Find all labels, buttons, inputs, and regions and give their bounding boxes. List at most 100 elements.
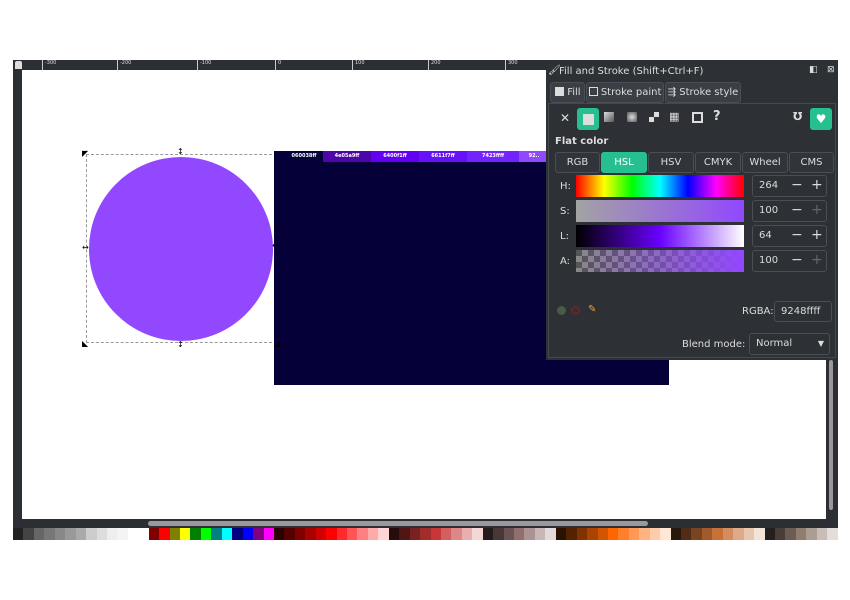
scale-handle[interactable]: ◣ bbox=[82, 340, 88, 348]
palette-swatch[interactable] bbox=[649, 528, 661, 540]
palette-swatch[interactable] bbox=[827, 528, 838, 540]
palette-swatch[interactable] bbox=[367, 528, 379, 540]
tab-stroke-style[interactable]: ⇶ Stroke style bbox=[665, 82, 741, 103]
palette-swatch[interactable] bbox=[336, 528, 347, 540]
palette-swatch[interactable] bbox=[555, 528, 567, 540]
swatch-icon[interactable] bbox=[692, 112, 703, 123]
hue-slider[interactable] bbox=[576, 175, 744, 197]
alpha-spinbox[interactable]: 100 − + bbox=[752, 250, 827, 272]
evenodd-fill-icon[interactable]: ℧ bbox=[793, 110, 802, 123]
palette-swatch[interactable] bbox=[534, 528, 546, 540]
purple-circle[interactable] bbox=[89, 157, 273, 341]
mode-cmyk[interactable]: CMYK bbox=[695, 152, 741, 173]
palette-swatch[interactable] bbox=[472, 528, 483, 540]
palette-swatch[interactable] bbox=[65, 528, 76, 540]
palette-swatch[interactable] bbox=[503, 528, 514, 540]
palette-swatch[interactable] bbox=[461, 528, 473, 540]
horizontal-scrollbar-thumb[interactable] bbox=[148, 521, 648, 526]
palette-swatch[interactable] bbox=[399, 528, 410, 540]
palette-swatch[interactable] bbox=[451, 528, 462, 540]
palette-swatch[interactable] bbox=[159, 528, 170, 540]
palette-swatch[interactable] bbox=[96, 528, 107, 540]
palette-swatch[interactable] bbox=[284, 528, 295, 540]
tab-fill[interactable]: Fill bbox=[550, 82, 585, 103]
palette-swatch[interactable] bbox=[440, 528, 452, 540]
linear-gradient-icon[interactable] bbox=[604, 112, 614, 122]
palette-swatch[interactable] bbox=[117, 528, 128, 540]
palette-swatch[interactable] bbox=[263, 528, 274, 540]
palette-swatch[interactable] bbox=[44, 528, 55, 540]
palette-swatch[interactable] bbox=[148, 528, 160, 540]
scale-handle[interactable]: ◤ bbox=[82, 150, 88, 158]
palette-swatch[interactable] bbox=[138, 528, 149, 540]
saturation-slider[interactable] bbox=[576, 200, 744, 222]
radial-gradient-icon[interactable] bbox=[627, 112, 637, 122]
palette-swatch[interactable] bbox=[347, 528, 358, 540]
palette-swatch[interactable] bbox=[326, 528, 337, 540]
palette-swatch[interactable] bbox=[482, 528, 494, 540]
palette-swatch[interactable] bbox=[190, 528, 201, 540]
dock-icon[interactable]: ◧ bbox=[809, 65, 818, 75]
unset-icon[interactable]: ? bbox=[713, 109, 721, 124]
palette-swatch[interactable] bbox=[524, 528, 535, 540]
scale-handle[interactable]: ↔ bbox=[82, 244, 89, 252]
nonzero-fill-button[interactable]: ♥ bbox=[810, 108, 832, 130]
mode-hsv[interactable]: HSV bbox=[648, 152, 694, 173]
palette-swatch[interactable] bbox=[607, 528, 619, 540]
palette-swatch[interactable] bbox=[305, 528, 316, 540]
palette-swatch[interactable] bbox=[493, 528, 504, 540]
palette-swatch[interactable] bbox=[764, 528, 775, 540]
palette-swatch[interactable] bbox=[200, 528, 212, 540]
hue-spinbox[interactable]: 264 − + bbox=[752, 175, 827, 197]
palette-swatch[interactable] bbox=[795, 528, 807, 540]
palette-swatch[interactable] bbox=[430, 528, 441, 540]
minus-icon[interactable]: − bbox=[791, 250, 803, 270]
palette-swatch[interactable] bbox=[785, 528, 796, 540]
plus-icon[interactable]: + bbox=[811, 200, 823, 220]
palette-swatch[interactable] bbox=[628, 528, 640, 540]
palette-swatch[interactable] bbox=[169, 528, 180, 540]
plus-icon[interactable]: + bbox=[811, 250, 823, 270]
lightness-spinbox[interactable]: 64 − + bbox=[752, 225, 827, 247]
color-palette[interactable] bbox=[13, 528, 838, 540]
palette-swatch[interactable] bbox=[357, 528, 368, 540]
palette-swatch[interactable] bbox=[378, 528, 389, 540]
flat-color-button[interactable] bbox=[577, 108, 599, 130]
palette-swatch[interactable] bbox=[420, 528, 431, 540]
palette-swatch[interactable] bbox=[75, 528, 87, 540]
palette-swatch[interactable] bbox=[409, 528, 421, 540]
palette-swatch[interactable] bbox=[712, 528, 723, 540]
mode-wheel[interactable]: Wheel bbox=[742, 152, 788, 173]
palette-swatch[interactable] bbox=[294, 528, 306, 540]
minus-icon[interactable]: − bbox=[791, 225, 803, 245]
palette-swatch[interactable] bbox=[86, 528, 97, 540]
palette-swatch[interactable] bbox=[816, 528, 828, 540]
mode-cms[interactable]: CMS bbox=[789, 152, 834, 173]
palette-swatch[interactable] bbox=[253, 528, 264, 540]
scale-handle[interactable]: ↕ bbox=[177, 148, 184, 156]
scale-handle[interactable]: ↕ bbox=[177, 341, 184, 349]
palette-swatch[interactable] bbox=[388, 528, 400, 540]
mode-rgb[interactable]: RGB bbox=[555, 152, 600, 173]
palette-swatch[interactable] bbox=[180, 528, 191, 540]
palette-swatch[interactable] bbox=[681, 528, 692, 540]
palette-swatch[interactable] bbox=[221, 528, 233, 540]
palette-swatch[interactable] bbox=[13, 528, 24, 540]
palette-swatch[interactable] bbox=[743, 528, 755, 540]
minus-icon[interactable]: − bbox=[791, 200, 803, 220]
palette-swatch[interactable] bbox=[33, 528, 45, 540]
mode-hsl[interactable]: HSL bbox=[601, 152, 647, 173]
alpha-slider[interactable] bbox=[576, 250, 744, 272]
lightness-slider[interactable] bbox=[576, 225, 744, 247]
palette-swatch[interactable] bbox=[54, 528, 66, 540]
color-picker-icon[interactable]: ✎ bbox=[588, 304, 596, 315]
saturation-spinbox[interactable]: 100 − + bbox=[752, 200, 827, 222]
palette-swatch[interactable] bbox=[701, 528, 713, 540]
scale-handle[interactable]: ◢ bbox=[274, 340, 280, 348]
palette-swatch[interactable] bbox=[597, 528, 608, 540]
palette-swatch[interactable] bbox=[670, 528, 681, 540]
no-paint-icon[interactable]: ✕ bbox=[560, 111, 570, 125]
palette-swatch[interactable] bbox=[576, 528, 588, 540]
plus-icon[interactable]: + bbox=[811, 175, 823, 195]
palette-swatch[interactable] bbox=[545, 528, 556, 540]
